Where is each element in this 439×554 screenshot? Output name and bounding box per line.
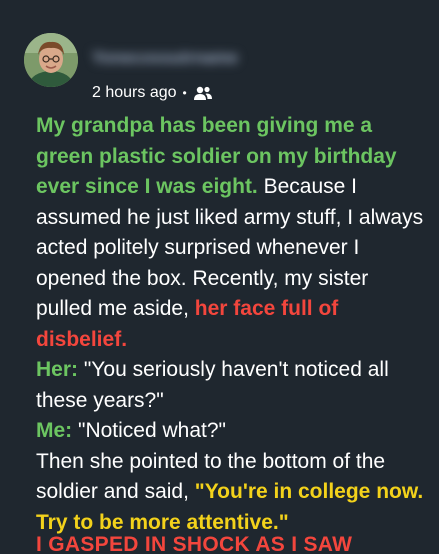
her-label: Her: [36, 358, 79, 381]
timestamp[interactable]: 2 hours ago [92, 84, 177, 102]
me-label: Me: [36, 419, 73, 442]
her-line: "You seriously haven't noticed all these… [36, 358, 389, 412]
dialogue-her: Her: "You seriously haven't noticed all … [36, 355, 428, 416]
avatar[interactable] [24, 33, 78, 87]
dialogue-me: Me: "Noticed what?" [36, 416, 428, 447]
story-paragraph-1: My grandpa has been giving me a green pl… [36, 111, 428, 355]
post-text: My grandpa has been giving me a green pl… [36, 111, 428, 538]
story-cutoff-line: I GASPED IN SHOCK AS I SAW [36, 533, 353, 554]
friends-icon[interactable] [193, 85, 213, 101]
story-paragraph-2: Then she pointed to the bottom of the so… [36, 447, 428, 539]
profile-photo-icon [24, 33, 78, 87]
post-card: Yonecossutrname 2 hours ago • My grandpa… [0, 0, 439, 554]
username[interactable]: Yonecossutrname [92, 48, 272, 70]
me-line: "Noticed what?" [72, 419, 226, 442]
meta-separator: • [182, 86, 187, 100]
post-meta: 2 hours ago • [92, 82, 213, 104]
